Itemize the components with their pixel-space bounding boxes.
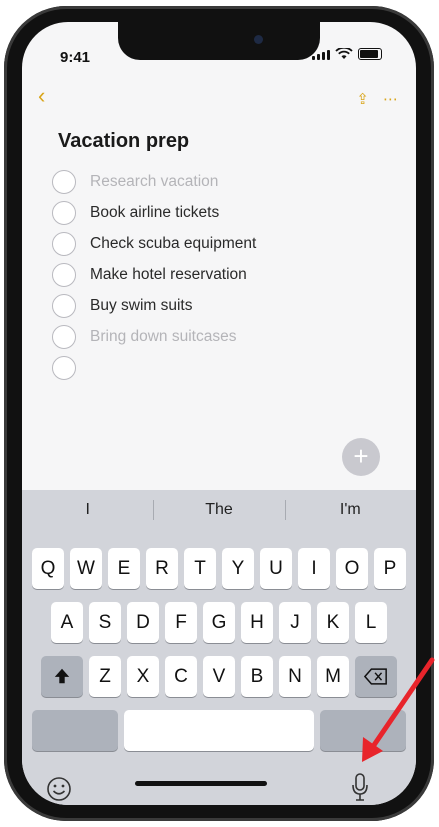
key-g[interactable]: G	[203, 602, 235, 643]
phone-frame: 9:41 ‹ ⇪ ⋯ Vacation prep Research vacati…	[4, 6, 434, 821]
checklist-item-text: Book airline tickets	[90, 203, 220, 221]
key-w[interactable]: W	[70, 548, 102, 589]
add-button[interactable]: +	[342, 438, 380, 476]
checklist-item-text: Bring down suitcases	[90, 327, 237, 345]
key-row-3: Z X C V B N M	[22, 656, 416, 697]
status-time: 9:41	[60, 49, 91, 66]
more-icon[interactable]: ⋯	[383, 90, 398, 108]
key-a[interactable]: A	[51, 602, 83, 643]
key-v[interactable]: V	[203, 656, 235, 697]
emoji-icon[interactable]	[46, 776, 72, 802]
shift-arrow-icon	[54, 668, 70, 684]
key-j[interactable]: J	[279, 602, 311, 643]
note-title[interactable]: Vacation prep	[58, 130, 189, 153]
key-i[interactable]: I	[298, 548, 330, 589]
suggestion-1[interactable]: I	[22, 490, 153, 530]
key-d[interactable]: D	[127, 602, 159, 643]
checklist-item[interactable]	[52, 352, 392, 383]
key-z[interactable]: Z	[89, 656, 121, 697]
suggestion-bar: I The I'm	[22, 490, 416, 530]
key-n[interactable]: N	[279, 656, 311, 697]
screen: 9:41 ‹ ⇪ ⋯ Vacation prep Research vacati…	[22, 22, 416, 805]
keyboard: I The I'm Q W E R T Y U I O P A S D F G …	[22, 490, 416, 805]
suggestion-2[interactable]: The	[153, 490, 284, 530]
back-button[interactable]: ‹	[38, 83, 46, 108]
key-b[interactable]: B	[241, 656, 273, 697]
checklist-item[interactable]: Bring down suitcases	[52, 321, 392, 352]
key-t[interactable]: T	[184, 548, 216, 589]
checklist-item-text: Research vacation	[90, 172, 219, 190]
key-h[interactable]: H	[241, 602, 273, 643]
checkbox-circle[interactable]	[52, 262, 76, 287]
key-r[interactable]: R	[146, 548, 178, 589]
chevron-left-icon: ‹	[38, 83, 46, 108]
checkbox-circle[interactable]	[52, 293, 76, 318]
key-row-2: A S D F G H J K L	[22, 602, 416, 643]
key-l[interactable]: L	[355, 602, 387, 643]
notch	[118, 22, 320, 60]
checklist-item-text: Buy swim suits	[90, 296, 193, 314]
return-key[interactable]	[320, 710, 406, 751]
key-row-4	[22, 710, 416, 751]
checkbox-circle[interactable]	[52, 324, 76, 349]
suggestion-3[interactable]: I'm	[284, 490, 416, 530]
checklist-item[interactable]: Check scuba equipment	[52, 228, 392, 259]
key-p[interactable]: P	[374, 548, 406, 589]
checkbox-circle[interactable]	[52, 200, 76, 225]
cellular-signal-icon	[312, 50, 330, 60]
checklist-item-text: Make hotel reservation	[90, 265, 247, 283]
numbers-key[interactable]	[32, 710, 118, 751]
key-y[interactable]: Y	[222, 548, 254, 589]
checklist-item[interactable]: Buy swim suits	[52, 290, 392, 321]
checkbox-circle[interactable]	[52, 231, 76, 256]
checklist-item[interactable]: Make hotel reservation	[52, 259, 392, 290]
note-toolbar: ‹ ⇪ ⋯	[22, 84, 416, 114]
toolbar-actions: ⇪ ⋯	[356, 90, 398, 108]
status-icons	[312, 48, 382, 60]
key-o[interactable]: O	[336, 548, 368, 589]
key-e[interactable]: E	[108, 548, 140, 589]
checklist-item-text: Check scuba equipment	[90, 234, 257, 252]
key-f[interactable]: F	[165, 602, 197, 643]
battery-icon	[358, 48, 382, 60]
key-c[interactable]: C	[165, 656, 197, 697]
checkbox-circle[interactable]	[52, 355, 76, 380]
key-x[interactable]: X	[127, 656, 159, 697]
share-icon[interactable]: ⇪	[356, 90, 369, 108]
key-u[interactable]: U	[260, 548, 292, 589]
key-s[interactable]: S	[89, 602, 121, 643]
camera	[254, 35, 263, 44]
delete-key[interactable]	[355, 656, 397, 697]
checklist: Research vacation Book airline tickets C…	[52, 166, 392, 383]
checkbox-circle[interactable]	[52, 169, 76, 194]
plus-icon: +	[353, 441, 369, 471]
key-m[interactable]: M	[317, 656, 349, 697]
wifi-icon	[335, 48, 353, 59]
home-indicator[interactable]	[135, 781, 267, 786]
shift-key[interactable]	[41, 656, 83, 697]
backspace-icon	[363, 668, 387, 685]
key-k[interactable]: K	[317, 602, 349, 643]
key-q[interactable]: Q	[32, 548, 64, 589]
space-key[interactable]	[124, 710, 314, 751]
microphone-icon[interactable]	[350, 772, 370, 804]
checklist-item[interactable]: Research vacation	[52, 166, 392, 197]
key-row-1: Q W E R T Y U I O P	[22, 548, 416, 589]
checklist-item[interactable]: Book airline tickets	[52, 197, 392, 228]
